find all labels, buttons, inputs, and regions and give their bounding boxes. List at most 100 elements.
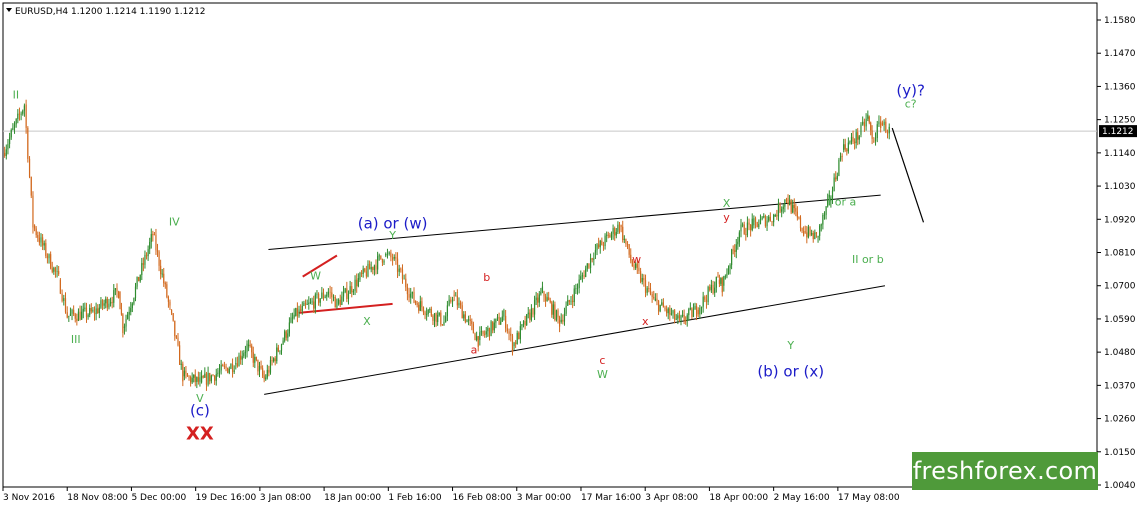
candle-body [12,127,14,130]
candle-body [661,302,663,305]
candle-body [314,294,316,309]
candle-body [692,309,695,317]
candle-body [518,332,520,340]
candle-body [850,136,853,142]
candle-body [819,225,821,236]
candle-body [23,105,26,111]
candle-body [424,312,426,315]
candle-body [113,290,115,303]
candle-body [105,298,107,304]
wave-label: IV [169,215,180,228]
candle-body [432,315,434,321]
candle-body [721,278,723,293]
candle-body [748,222,750,225]
candle-body [182,363,184,382]
candle-body [22,110,24,114]
candle-body [867,114,869,119]
candle-body [79,311,81,320]
y-tick-label: 1.0700 [1104,282,1136,292]
candle-body [519,326,521,340]
candle-body [846,149,848,152]
candle-body [90,308,92,312]
x-tick-label: 1 Feb 16:00 [388,493,442,503]
candle-body [849,141,851,143]
candle-body [298,309,300,317]
candle-body [306,304,308,305]
candle-body [89,308,91,315]
wave-label: W [597,368,608,381]
candle-body [166,284,168,298]
candle-body [768,216,770,221]
candle-body [293,314,295,318]
candle-body [209,373,211,382]
candle-body [164,283,166,285]
candle-body [589,258,592,268]
candle-body [197,377,199,382]
candle-body [771,221,773,223]
y-tick-label: 1.1360 [1104,82,1136,92]
candle-body [533,300,536,315]
candle-body [84,307,86,309]
candle-body [73,309,75,315]
candle-body [567,300,569,306]
candle-body [263,375,265,379]
candle-body [576,287,579,289]
candle-body [437,315,439,323]
candle-body [492,321,494,331]
y-tick-label: 1.0040 [1104,481,1136,491]
candle-body [532,308,534,315]
y-tick-label: 1.1470 [1104,49,1136,59]
candle-body [175,336,177,338]
candle-body [103,303,105,306]
candle-body [480,330,483,333]
candle-body [625,238,627,245]
candle-body [868,116,870,123]
candle-body [352,290,355,293]
candle-body [857,132,859,140]
candle-body [467,319,470,321]
candle-body [20,113,22,115]
candle-body [793,204,795,209]
candle-body [740,224,742,232]
candle-body [803,231,805,236]
candle-body [111,301,113,303]
candle-body [795,208,797,212]
candle-body [743,224,745,235]
x-tick-label: 3 Nov 2016 [3,493,55,503]
candle-body [727,268,730,274]
candle-body [618,224,621,231]
candle-body [240,355,242,360]
candle-body [331,292,333,298]
candle-body [301,305,303,311]
candle-body [403,278,405,280]
candle-body [125,319,127,327]
candle-body [321,292,323,299]
candle-body [656,298,658,301]
candle-body [835,177,837,180]
candle-body [699,307,701,315]
y-tick-label: 1.0150 [1104,448,1136,458]
candle-body [529,312,531,320]
candle-body [487,327,489,332]
wave-label: y [723,211,730,224]
candle-body [662,302,664,308]
candle-body [347,293,350,299]
candle-body [388,252,390,254]
wave-label: Y [388,229,396,242]
candle-body [316,293,318,295]
candle-body [516,332,518,344]
candle-body [33,225,36,229]
candle-body [825,206,827,215]
candle-body [131,303,133,309]
candle-body [385,254,387,256]
candle-body [100,300,102,308]
candle-body [591,258,593,260]
candle-body [626,244,629,245]
candle-body [309,301,312,303]
candle-body [127,314,129,320]
candle-body [620,225,622,227]
wave-label: x [642,315,649,328]
candle-body [858,136,860,140]
candle-body [809,227,811,235]
current-price-tag-label: 1.1212 [1102,127,1134,137]
